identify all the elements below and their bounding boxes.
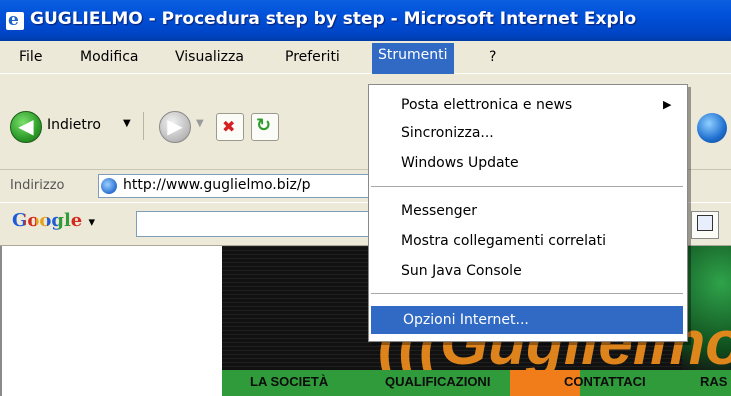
nav-qualificazioni[interactable]: QUALIFICAZIONI xyxy=(385,374,490,396)
globe-icon[interactable] xyxy=(697,113,727,143)
back-button-label[interactable]: Indietro xyxy=(47,117,101,133)
menu-separator xyxy=(371,186,683,187)
forward-dropdown-chevron-icon[interactable]: ▼ xyxy=(196,118,204,129)
nav-ras[interactable]: RAS xyxy=(700,374,727,396)
menu-item-sun-java-console[interactable]: Sun Java Console xyxy=(369,257,687,285)
menu-item-label: Sun Java Console xyxy=(401,263,522,279)
menu-help[interactable]: ? xyxy=(483,47,502,67)
address-input[interactable]: http://www.guglielmo.biz/p xyxy=(98,174,390,198)
menu-item-label: Mostra collegamenti correlati xyxy=(401,233,606,249)
menu-item-label: Windows Update xyxy=(401,155,519,171)
menu-modifica[interactable]: Modifica xyxy=(74,47,145,67)
google-dropdown-chevron-icon: ▾ xyxy=(88,215,96,230)
window-title: GUGLIELMO - Procedura step by step - Mic… xyxy=(30,9,637,29)
menu-item-label: Messenger xyxy=(401,203,478,219)
menu-preferiti[interactable]: Preferiti xyxy=(279,47,346,67)
menu-item-opzioni-internet[interactable]: Opzioni Internet... xyxy=(371,306,683,334)
back-dropdown-chevron-icon[interactable]: ▼ xyxy=(123,118,131,129)
back-arrow-icon[interactable]: ◀ xyxy=(10,111,42,143)
google-logo-text: Google xyxy=(12,210,83,231)
content-border xyxy=(0,246,2,396)
menu-item-collegamenti-correlati[interactable]: Mostra collegamenti correlati xyxy=(369,227,687,255)
menu-strumenti[interactable]: Strumenti xyxy=(372,43,454,74)
page-info-button[interactable] xyxy=(691,211,719,239)
refresh-button[interactable]: ↻ xyxy=(251,113,279,141)
menu-file[interactable]: File xyxy=(13,47,48,67)
forward-arrow-icon[interactable]: ▶ xyxy=(159,111,191,143)
strumenti-dropdown-menu: Posta elettronica e news ▶ Sincronizza..… xyxy=(368,84,688,342)
stop-x-icon: ✖ xyxy=(222,117,236,136)
menu-item-windows-update[interactable]: Windows Update xyxy=(369,149,687,177)
menu-item-label: Opzioni Internet... xyxy=(403,312,529,328)
menu-item-label: Sincronizza... xyxy=(401,125,494,141)
internet-explorer-icon: e xyxy=(6,10,24,30)
window-title-bar: e GUGLIELMO - Procedura step by step - M… xyxy=(0,0,731,41)
menu-item-posta-elettronica[interactable]: Posta elettronica e news ▶ xyxy=(369,91,687,119)
menu-separator xyxy=(371,293,683,294)
address-url: http://www.guglielmo.biz/p xyxy=(123,177,311,193)
nav-la-societa[interactable]: LA SOCIETÀ xyxy=(250,374,328,396)
menu-item-label: Posta elettronica e news xyxy=(401,97,573,113)
refresh-icon: ↻ xyxy=(256,115,272,136)
menu-item-sincronizza[interactable]: Sincronizza... xyxy=(369,119,687,147)
page-icon xyxy=(101,178,117,194)
stop-button[interactable]: ✖ xyxy=(216,113,244,141)
google-search-input[interactable] xyxy=(136,211,390,237)
menu-visualizza[interactable]: Visualizza xyxy=(169,47,250,67)
submenu-arrow-icon: ▶ xyxy=(663,98,672,111)
nav-contattaci[interactable]: CONTATTACI xyxy=(564,374,646,396)
menu-item-messenger[interactable]: Messenger xyxy=(369,197,687,225)
address-label: Indirizzo xyxy=(10,178,65,193)
toolbar-separator xyxy=(143,112,144,140)
google-logo[interactable]: Google ▾ xyxy=(12,210,95,231)
page-info-icon xyxy=(697,215,713,231)
